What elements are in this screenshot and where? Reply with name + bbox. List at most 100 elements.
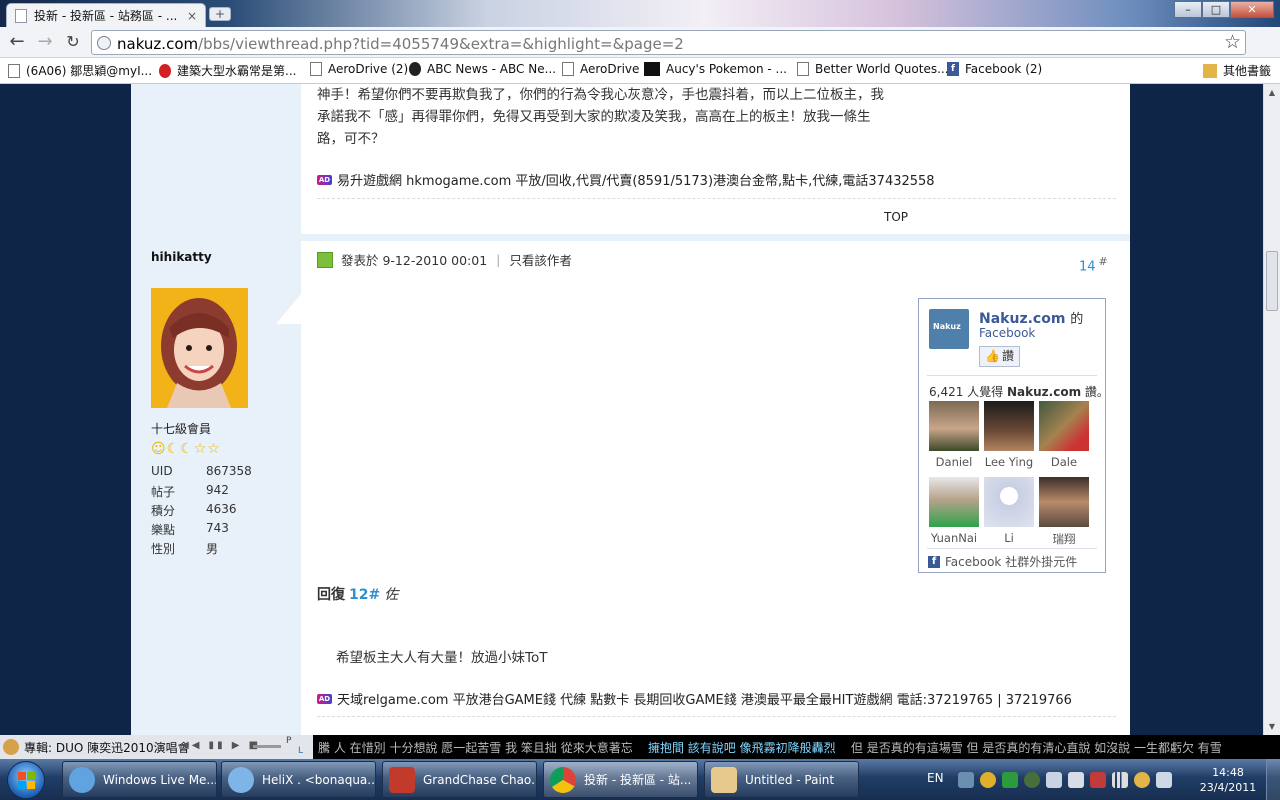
tray-icon[interactable] <box>1046 772 1062 788</box>
floor-number[interactable]: 14 # <box>1079 255 1108 274</box>
post-message: 希望板主大人有大量！放過小妹ToT <box>336 650 548 666</box>
star-icon: ☆ <box>207 441 220 457</box>
taskbar-item[interactable]: Windows Live Me... <box>62 761 217 798</box>
bookmark-item[interactable]: (6A06) 鄒思穎@myI... <box>8 62 152 79</box>
url-path: /bbs/viewthread.php?tid=4055749&extra=&h… <box>198 35 684 53</box>
game-icon <box>389 766 415 793</box>
back-arrow-icon[interactable]: ← <box>6 32 28 52</box>
globe-icon <box>97 36 111 50</box>
sun-icon: ☺ <box>151 441 166 457</box>
new-tab-button[interactable]: + <box>209 7 231 21</box>
start-button[interactable] <box>7 761 45 799</box>
author-name[interactable]: hihikatty <box>151 250 212 264</box>
fb-like-button[interactable]: 👍 讚 <box>979 346 1020 367</box>
top-link[interactable]: TOP <box>884 210 908 224</box>
other-bookmarks[interactable]: 其他書籤 <box>1203 62 1271 79</box>
fb-page-name[interactable]: Nakuz.com 的 <box>979 308 1083 327</box>
fan-avatar[interactable]: Daniel <box>929 401 979 469</box>
fb-plugin-link[interactable]: f Facebook 社群外掛元件 <box>928 553 1077 570</box>
reply-quote: 回復 12# 佐 <box>317 587 399 603</box>
taskbar-item[interactable]: Untitled - Paint <box>704 761 859 798</box>
taskbar-item[interactable]: GrandChase Chao... <box>382 761 537 798</box>
bookmark-item[interactable]: AeroDrive <box>562 62 639 76</box>
taskbar-item[interactable]: HeliX . <bonaqua... <box>221 761 376 798</box>
stat-row: 樂點 743 <box>151 521 229 537</box>
scroll-down-icon[interactable]: ▼ <box>1266 720 1278 733</box>
tray-icon[interactable] <box>980 772 996 788</box>
show-desktop-button[interactable] <box>1266 759 1280 800</box>
nakuz-logo[interactable]: Nakuz <box>929 309 969 349</box>
bookmark-item[interactable]: ABC News - ABC Ne... <box>409 62 556 76</box>
minimize-button[interactable]: – <box>1174 1 1202 18</box>
divider <box>927 375 1097 376</box>
bookmark-item[interactable]: f Facebook (2) <box>947 62 1042 76</box>
fan-avatar[interactable]: Lee Ying <box>984 401 1034 469</box>
moon-icon: ☾ <box>180 441 193 457</box>
fan-photo <box>1039 401 1089 451</box>
scroll-up-icon[interactable]: ▲ <box>1266 86 1278 99</box>
stat-row: UID 867358 <box>151 464 252 478</box>
volume-slider[interactable] <box>253 745 281 748</box>
forward-arrow-icon[interactable]: → <box>34 32 56 52</box>
ad-link[interactable]: AD 天域relgame.com 平放港台GAME錢 代練 點數卡 長期回收GA… <box>317 689 1072 708</box>
thumbs-up-icon: 👍 <box>985 349 1000 363</box>
tray-icon[interactable] <box>1024 772 1040 788</box>
only-author-link[interactable]: 只看該作者 <box>509 250 572 269</box>
tray-icon[interactable] <box>958 772 974 788</box>
volume-icon[interactable] <box>1156 772 1172 788</box>
bookmark-item[interactable]: Aucy's Pokemon - ... <box>644 62 787 76</box>
player-controls[interactable]: ◀◀ ▮▮ ▶ ■ <box>181 740 261 751</box>
tab-forum-thread[interactable]: 投新 - 投新區 - 站務區 - ... × <box>6 3 206 27</box>
ad-link[interactable]: AD 易升遊戲網 hkmogame.com 平放/回收,代買/代賣(8591/5… <box>317 170 935 189</box>
page-icon <box>15 8 27 23</box>
divider <box>317 716 1116 717</box>
address-bar[interactable]: nakuz.com/bbs/viewthread.php?tid=4055749… <box>91 30 1246 55</box>
facebook-like-box: Nakuz Nakuz.com 的 Facebook 👍 讚 6,421 人覺得 … <box>918 298 1109 573</box>
mini-button[interactable]: P <box>286 736 291 746</box>
album-label: 專輯: DUO 陳奕迅2010演唱會 <box>24 741 190 755</box>
fan-avatar[interactable]: Li <box>984 477 1034 545</box>
page-icon <box>8 63 20 78</box>
fan-avatar[interactable]: 瑞翔 <box>1039 477 1089 547</box>
close-tab-icon[interactable]: × <box>187 9 197 23</box>
lyrics-marquee: 騰 人 在惜別 十分想說 愿一起苦雪 我 笨且拙 從來大意著忘 擁抱間 該有說吧… <box>318 741 1222 755</box>
close-window-button[interactable]: ✕ <box>1230 1 1274 18</box>
fb-sub[interactable]: Facebook <box>979 326 1035 340</box>
fan-avatar[interactable]: YuanNai <box>929 477 979 545</box>
bookmark-item[interactable]: 建築大型水霸常是第... <box>159 62 296 79</box>
tray-icon[interactable] <box>1068 772 1084 788</box>
mini-button[interactable]: L <box>298 746 303 756</box>
page-icon <box>562 62 574 76</box>
reload-icon[interactable]: ↻ <box>62 32 84 52</box>
shield-icon[interactable] <box>1002 772 1018 788</box>
scroll-thumb[interactable] <box>1266 251 1278 311</box>
system-tray <box>958 772 1172 788</box>
aucy-logo-icon <box>644 62 660 76</box>
moon-icon: ☾ <box>166 441 180 457</box>
reply-floor-link[interactable]: 12# <box>349 587 380 603</box>
star-icon: ☆ <box>193 441 207 457</box>
vertical-scrollbar[interactable]: ▲ ▼ <box>1263 84 1280 735</box>
abc-logo-icon <box>409 62 421 76</box>
bookmark-item[interactable]: AeroDrive (2) <box>310 62 408 76</box>
bookmark-star-icon[interactable]: ☆ <box>1224 31 1241 54</box>
bookmarks-bar: (6A06) 鄒思穎@myI... 建築大型水霸常是第... AeroDrive… <box>0 58 1280 84</box>
fan-photo <box>929 477 979 527</box>
tray-icon[interactable] <box>1134 772 1150 788</box>
avatar[interactable] <box>151 288 248 408</box>
divider <box>927 548 1097 549</box>
signal-icon[interactable] <box>1112 772 1128 788</box>
fan-avatar[interactable]: Dale <box>1039 401 1089 469</box>
language-indicator[interactable]: EN <box>927 771 944 785</box>
post-separator <box>301 234 1130 241</box>
title-bar: 投新 - 投新區 - 站務區 - ... × + – □ ✕ <box>0 0 1280 27</box>
fb-like-count: 6,421 人覺得 Nakuz.com 讚。 <box>929 385 1109 399</box>
bookmark-item[interactable]: Better World Quotes... <box>797 62 949 76</box>
post-header: 發表於 9-12-2010 00:01 | 只看該作者 <box>317 250 572 269</box>
taskbar-item[interactable]: 投新 - 投新區 - 站... <box>543 761 698 798</box>
system-clock[interactable]: 14:48 23/4/2011 <box>1198 765 1258 795</box>
avatar-photo <box>151 288 248 408</box>
messenger-icon <box>228 766 254 793</box>
maximize-button[interactable]: □ <box>1202 1 1230 18</box>
network-error-icon[interactable] <box>1090 772 1106 788</box>
